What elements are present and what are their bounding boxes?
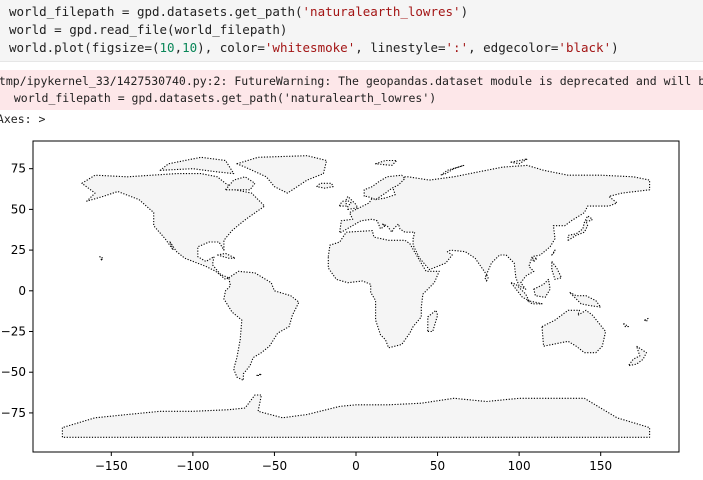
y-tick-label: −75 — [1, 406, 26, 420]
code-string: 'whitesmoke' — [264, 40, 356, 55]
code-token: = — [114, 4, 137, 19]
code-line: world_filepath = gpd.datasets.get_path('… — [9, 3, 468, 21]
world-map-plot: −150 −100 −50 0 50 100 150 75 50 25 0 −25 −50 −75 — [1, 140, 680, 473]
x-tick-label: −100 — [176, 459, 209, 473]
code-token: , linestyle= — [355, 40, 446, 55]
warning-line: world_filepath = gpd.datasets.get_path('… — [0, 91, 437, 105]
x-tick-label: 100 — [508, 459, 531, 473]
code-token: ) — [611, 40, 619, 55]
code-token: , edgecolor= — [468, 40, 559, 55]
y-tick-label: 75 — [11, 162, 26, 176]
y-tick-label: −25 — [1, 325, 26, 339]
code-token: , — [174, 40, 183, 55]
x-tick-label: 150 — [589, 459, 612, 473]
code-token: ), color= — [197, 40, 265, 55]
output-repr: <Axes: > — [0, 112, 46, 126]
code-token: ) — [460, 4, 469, 19]
x-tick-label: −50 — [262, 459, 287, 473]
y-tick-label: 50 — [11, 202, 26, 216]
code-token: gpd.datasets.get_path( — [136, 4, 303, 19]
y-tick-label: 25 — [11, 243, 26, 257]
code-cell[interactable]: world_filepath = gpd.datasets.get_path('… — [0, 0, 703, 62]
y-tick-label: 0 — [18, 284, 26, 298]
stderr-output: /tmp/ipykernel_33/1427530740.py:2: Futur… — [0, 70, 703, 110]
warning-line: /tmp/ipykernel_33/1427530740.py:2: Futur… — [0, 74, 703, 88]
code-string: 'naturalearth_lowres' — [302, 4, 461, 19]
y-tick-label: −50 — [1, 365, 26, 379]
x-tick-label: 50 — [430, 459, 445, 473]
code-string: 'black' — [558, 40, 612, 55]
code-token: world_filepath — [9, 4, 115, 19]
x-tick-label: 0 — [352, 459, 360, 473]
code-line: world = gpd.read_file(world_filepath) — [9, 22, 288, 37]
code-string: ':' — [445, 40, 469, 55]
code-number: 10 — [159, 40, 175, 55]
code-number: 10 — [182, 40, 198, 55]
code-token: world.plot(figsize=( — [9, 40, 160, 55]
code-line: world.plot(figsize=(10,10), color='white… — [9, 39, 619, 57]
x-tick-label: −150 — [95, 459, 128, 473]
